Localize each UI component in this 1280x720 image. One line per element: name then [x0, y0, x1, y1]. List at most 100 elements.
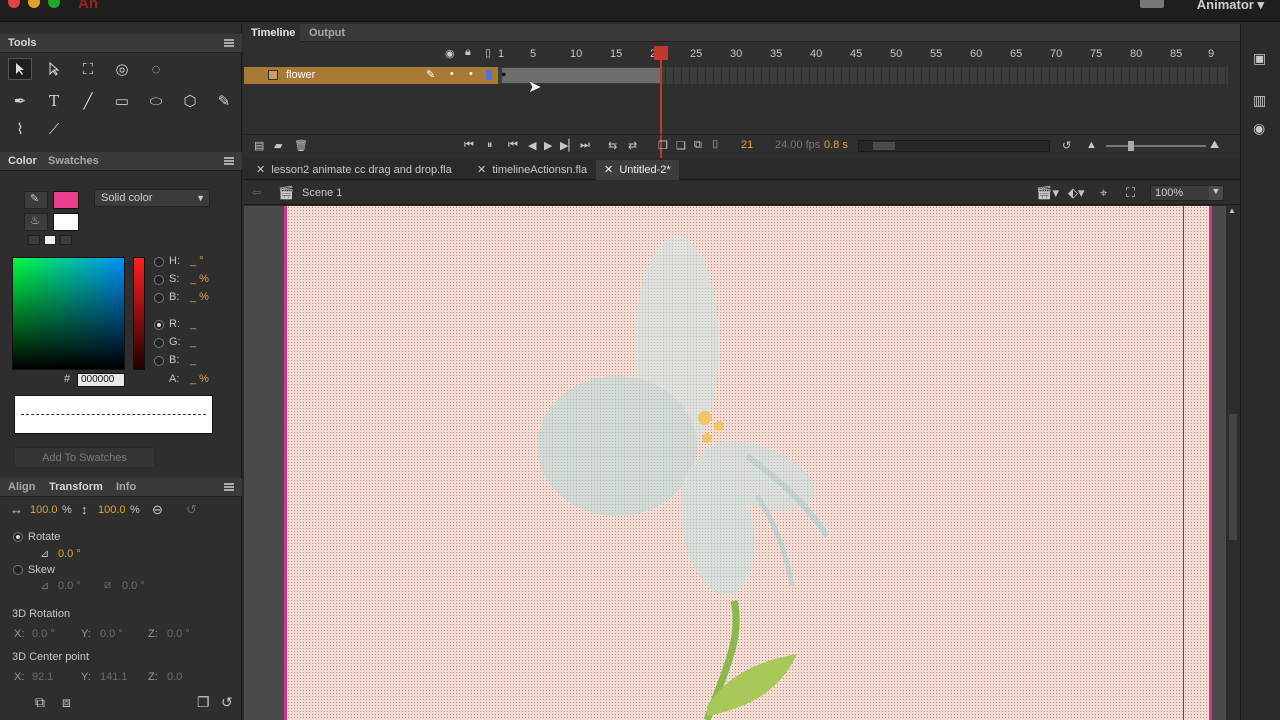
- alpha-value[interactable]: _ %: [190, 373, 209, 385]
- black-white-icon[interactable]: [28, 235, 40, 245]
- rotate-value[interactable]: 0.0 °: [58, 548, 81, 560]
- step-back-icon[interactable]: ◀: [528, 139, 536, 152]
- playhead-handle[interactable]: [654, 46, 668, 60]
- oval-tool[interactable]: ⬭: [144, 90, 168, 112]
- tab-output[interactable]: Output: [309, 27, 345, 39]
- constrain-link-icon[interactable]: ⊖: [152, 502, 163, 518]
- timeline-hscroll[interactable]: [858, 140, 1050, 152]
- rot3d-z-value[interactable]: 0.0 °: [167, 628, 190, 640]
- workspace-layout-icon[interactable]: [1140, 0, 1164, 8]
- color-type-dropdown[interactable]: Solid color ▼: [94, 189, 210, 207]
- close-icon[interactable]: ✕: [256, 164, 265, 176]
- reset-icon[interactable]: ↺: [221, 694, 233, 711]
- small-frames-icon[interactable]: ▲: [1086, 139, 1097, 151]
- copy-icon[interactable]: ❐: [197, 694, 210, 711]
- edit-scene-icon[interactable]: 🎬︎▾: [1036, 185, 1059, 201]
- panel-menu-icon[interactable]: [224, 483, 234, 491]
- height-scale-value[interactable]: 100.0: [98, 504, 126, 516]
- radio-g[interactable]: [154, 338, 164, 348]
- tab-color[interactable]: Color: [8, 155, 37, 167]
- workspace-switcher[interactable]: Animator ▾: [1197, 0, 1264, 13]
- edit-multiple-icon[interactable]: ⧉: [694, 139, 702, 152]
- close-window-button[interactable]: [8, 0, 20, 8]
- reset-zoom-icon[interactable]: ↺: [1062, 139, 1071, 152]
- frame-size-slider[interactable]: [1106, 141, 1206, 151]
- blue-value[interactable]: _: [190, 354, 196, 366]
- large-frames-icon[interactable]: ⛰: [1210, 139, 1219, 152]
- selection-tool[interactable]: [8, 58, 32, 80]
- radio-blue[interactable]: [154, 356, 164, 366]
- skew-radio[interactable]: [13, 565, 23, 575]
- delete-layer-icon[interactable]: 🗑︎: [294, 139, 308, 152]
- pen-tool[interactable]: ✒: [8, 90, 32, 112]
- close-icon[interactable]: ✕: [477, 164, 486, 176]
- radio-r[interactable]: [154, 320, 164, 330]
- subselection-tool[interactable]: [42, 58, 66, 80]
- b-value[interactable]: _ %: [190, 291, 209, 303]
- tab-swatches[interactable]: Swatches: [48, 155, 99, 167]
- tab-info[interactable]: Info: [116, 481, 136, 493]
- stroke-color-tool[interactable]: ✎: [24, 191, 48, 209]
- go-first-icon[interactable]: ⏮: [464, 139, 474, 152]
- frame-span[interactable]: [502, 68, 662, 83]
- outline-icon[interactable]: ▯: [485, 46, 491, 59]
- fill-color-tool[interactable]: ♨: [24, 213, 48, 231]
- hue-slider[interactable]: [133, 257, 145, 370]
- no-color-icon[interactable]: [44, 235, 56, 245]
- center-y-value[interactable]: 141.1: [100, 671, 128, 683]
- center-x-value[interactable]: 92.1: [32, 671, 53, 683]
- lasso-tool[interactable]: ◌: [144, 58, 168, 80]
- s-value[interactable]: _ %: [190, 273, 209, 285]
- tab-timeline[interactable]: Timeline: [251, 27, 295, 39]
- zoom-window-button[interactable]: [48, 0, 60, 8]
- radio-b[interactable]: [154, 293, 164, 303]
- center-z-value[interactable]: 0.0: [167, 671, 182, 683]
- stroke-color-swatch[interactable]: [53, 191, 79, 209]
- layer-color-chip[interactable]: [486, 70, 492, 80]
- stage-canvas[interactable]: [284, 206, 1212, 720]
- paint-brush-tool[interactable]: ⌇: [8, 118, 32, 140]
- loop-icon[interactable]: ⇆: [608, 139, 617, 152]
- swap-colors-icon[interactable]: [60, 235, 72, 245]
- snap-icon[interactable]: ⌖: [1100, 185, 1107, 201]
- doc-tab-3[interactable]: ✕ Untitled-2*: [596, 160, 679, 180]
- panel-menu-icon[interactable]: [224, 157, 234, 165]
- doc-tab-1[interactable]: ✕ lesson2 animate cc drag and drop.fla: [248, 160, 460, 180]
- brush-tool[interactable]: ⟋: [42, 118, 66, 140]
- radio-h[interactable]: [154, 257, 164, 267]
- lock-dot[interactable]: •: [469, 68, 473, 80]
- eye-icon[interactable]: ◉: [445, 47, 455, 60]
- rot3d-y-value[interactable]: 0.0 °: [100, 628, 123, 640]
- line-tool[interactable]: ╱: [76, 90, 100, 112]
- step-forward-icon[interactable]: ▶▏: [560, 139, 577, 152]
- elapsed-time[interactable]: 0.8 s: [824, 139, 848, 151]
- stage-vscroll[interactable]: ▲: [1226, 206, 1240, 720]
- fill-color-swatch[interactable]: [53, 213, 79, 231]
- radio-s[interactable]: [154, 275, 164, 285]
- flower-artwork[interactable]: [287, 206, 1209, 720]
- scene-name[interactable]: Scene 1: [302, 187, 342, 199]
- stage-area[interactable]: ▲: [244, 206, 1240, 720]
- layer-row[interactable]: flower ✎ • •: [244, 67, 498, 84]
- cc-libraries-icon[interactable]: ◉: [1253, 120, 1271, 136]
- text-tool[interactable]: T: [42, 90, 66, 112]
- 3d-rotation-tool[interactable]: ◎: [110, 58, 134, 80]
- duplicate-transform-icon[interactable]: ⧉: [35, 694, 45, 711]
- properties-icon[interactable]: ▣: [1253, 50, 1271, 66]
- slider-thumb[interactable]: [1128, 141, 1134, 151]
- visibility-dot[interactable]: •: [450, 68, 454, 80]
- keyframe-marker[interactable]: ●: [501, 69, 506, 79]
- tab-align[interactable]: Align: [8, 481, 36, 493]
- modify-markers-icon[interactable]: ⌷: [712, 139, 719, 152]
- pencil-tool[interactable]: ✎: [212, 90, 236, 112]
- camera-icon[interactable]: ⇄: [628, 139, 637, 152]
- r-value[interactable]: _: [190, 318, 196, 330]
- new-layer-icon[interactable]: ▤: [254, 139, 264, 152]
- scroll-up-icon[interactable]: ▲: [1228, 206, 1236, 215]
- panel-menu-icon[interactable]: [224, 39, 234, 47]
- library-icon[interactable]: ▥: [1253, 92, 1271, 108]
- add-to-swatches-button[interactable]: Add To Swatches: [14, 447, 155, 468]
- timeline-pause-icon[interactable]: ⏸: [487, 139, 493, 152]
- hex-input[interactable]: 000000: [77, 373, 125, 387]
- g-value[interactable]: _: [190, 336, 196, 348]
